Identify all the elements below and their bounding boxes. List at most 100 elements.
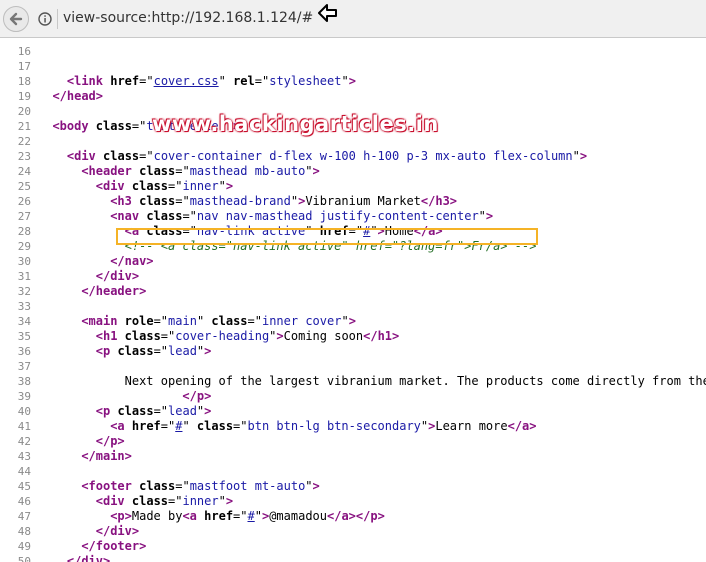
source-line: 40 <p class="lead"> bbox=[0, 404, 706, 419]
line-code: <h1 class="cover-heading">Coming soon</h… bbox=[95, 329, 400, 343]
source-line: 18 <link href="cover.css" rel="stylesheet… bbox=[0, 74, 706, 89]
pointer-arrow-icon bbox=[318, 4, 337, 22]
watermark: www.hackingarticles.in bbox=[152, 112, 439, 136]
line-code: <footer class="mastfoot mt-auto"> bbox=[81, 479, 320, 493]
line-number: 45 bbox=[17, 480, 31, 493]
source-line: 24 <header class="masthead mb-auto"> bbox=[0, 164, 706, 179]
line-number: 32 bbox=[17, 285, 31, 298]
line-number: 29 bbox=[17, 240, 31, 253]
source-line: 33 bbox=[0, 299, 706, 314]
line-number: 18 bbox=[17, 75, 31, 88]
line-code: <main role="main" class="inner cover"> bbox=[81, 314, 356, 328]
source-link[interactable]: cover.css bbox=[154, 74, 219, 88]
url-divider bbox=[57, 9, 58, 29]
line-number: 41 bbox=[17, 420, 31, 433]
line-code: </footer> bbox=[81, 539, 147, 553]
source-link[interactable]: # bbox=[175, 419, 182, 433]
source-line: 19 </head> bbox=[0, 89, 706, 104]
line-code: </p> bbox=[95, 434, 125, 448]
line-code: <div class="inner"> bbox=[95, 494, 234, 508]
line-code: <link href="cover.css" rel="stylesheet"> bbox=[66, 74, 356, 88]
source-link[interactable]: # bbox=[248, 509, 255, 523]
line-code: </nav> bbox=[110, 254, 154, 268]
source-line: 35 <h1 class="cover-heading">Coming soon<… bbox=[0, 329, 706, 344]
line-number: 33 bbox=[17, 300, 31, 313]
line-number: 46 bbox=[17, 495, 31, 508]
source-line: 37 bbox=[0, 359, 706, 374]
source-line: 25 <div class="inner"> bbox=[0, 179, 706, 194]
line-number: 49 bbox=[17, 540, 31, 553]
line-number: 47 bbox=[17, 510, 31, 523]
line-code: Next opening of the largest vibranium ma… bbox=[124, 374, 706, 388]
comment-highlight-box bbox=[116, 228, 538, 245]
line-code: <header class="masthead mb-auto"> bbox=[81, 164, 320, 178]
source-line: 36 <p class="lead"> bbox=[0, 344, 706, 359]
line-code: <p class="lead"> bbox=[95, 404, 212, 418]
line-code: </header> bbox=[81, 284, 147, 298]
source-line: 32 </header> bbox=[0, 284, 706, 299]
line-number: 23 bbox=[17, 150, 31, 163]
line-code: <nav class="nav nav-masthead justify-con… bbox=[110, 209, 494, 223]
line-number: 37 bbox=[17, 360, 31, 373]
line-number: 30 bbox=[17, 255, 31, 268]
back-button[interactable] bbox=[3, 6, 29, 32]
line-number: 39 bbox=[17, 390, 31, 403]
line-number: 28 bbox=[17, 225, 31, 238]
source-line: 22 bbox=[0, 134, 706, 149]
line-number: 25 bbox=[17, 180, 31, 193]
source-line: 50 </div> bbox=[0, 554, 706, 562]
source-line: 43 </main> bbox=[0, 449, 706, 464]
line-number: 21 bbox=[17, 120, 31, 133]
line-number: 38 bbox=[17, 375, 31, 388]
line-code: </div> bbox=[95, 269, 140, 283]
source-line: 26 <h3 class="masthead-brand">Vibranium M… bbox=[0, 194, 706, 209]
line-number: 16 bbox=[17, 45, 31, 58]
line-number: 22 bbox=[17, 135, 31, 148]
line-number: 24 bbox=[17, 165, 31, 178]
line-code: <p>Made by<a href="#">@mamadou</a></p> bbox=[110, 509, 385, 523]
line-number: 42 bbox=[17, 435, 31, 448]
line-code: <div class="inner"> bbox=[95, 179, 234, 193]
source-line: 27 <nav class="nav nav-masthead justify-c… bbox=[0, 209, 706, 224]
line-number: 50 bbox=[17, 555, 31, 562]
source-line: 34 <main role="main" class="inner cover"> bbox=[0, 314, 706, 329]
line-code: </head> bbox=[52, 89, 104, 103]
source-line: 16 bbox=[0, 44, 706, 59]
line-number: 19 bbox=[17, 90, 31, 103]
source-line: 42 </p> bbox=[0, 434, 706, 449]
source-line: 38 Next opening of the largest vibranium … bbox=[0, 374, 706, 389]
line-number: 31 bbox=[17, 270, 31, 283]
back-arrow-icon bbox=[9, 12, 23, 26]
line-number: 40 bbox=[17, 405, 31, 418]
line-number: 27 bbox=[17, 210, 31, 223]
source-line: 44 bbox=[0, 464, 706, 479]
source-line: 23 <div class="cover-container d-flex w-1… bbox=[0, 149, 706, 164]
line-code: </div> bbox=[95, 524, 140, 538]
line-code: </div> bbox=[66, 554, 111, 562]
info-icon[interactable] bbox=[38, 12, 52, 26]
source-line: 45 <footer class="mastfoot mt-auto"> bbox=[0, 479, 706, 494]
line-number: 26 bbox=[17, 195, 31, 208]
source-line: 48 </div> bbox=[0, 524, 706, 539]
line-code: <h3 class="masthead-brand">Vibranium Mar… bbox=[110, 194, 458, 208]
source-line: 17 bbox=[0, 59, 706, 74]
line-number: 34 bbox=[17, 315, 31, 328]
line-code: <div class="cover-container d-flex w-100… bbox=[66, 149, 588, 163]
line-number: 20 bbox=[17, 105, 31, 118]
browser-toolbar: view-source:http://192.168.1.124/# bbox=[0, 0, 706, 38]
line-number: 35 bbox=[17, 330, 31, 343]
source-line: 41 <a href="#" class="btn btn-lg btn-seco… bbox=[0, 419, 706, 434]
source-line: 46 <div class="inner"> bbox=[0, 494, 706, 509]
source-line: 31 </div> bbox=[0, 269, 706, 284]
source-line: 39 </p> bbox=[0, 389, 706, 404]
address-bar[interactable]: view-source:http://192.168.1.124/# bbox=[63, 10, 313, 26]
line-code: </main> bbox=[81, 449, 132, 463]
line-code: </p> bbox=[182, 389, 212, 403]
source-line: 49 </footer> bbox=[0, 539, 706, 554]
line-number: 36 bbox=[17, 345, 31, 358]
line-code: <a href="#" class="btn btn-lg btn-second… bbox=[110, 419, 537, 433]
source-line: 47 <p>Made by<a href="#">@mamadou</a></p> bbox=[0, 509, 706, 524]
line-code: <p class="lead"> bbox=[95, 344, 212, 358]
source-line: 30 </nav> bbox=[0, 254, 706, 269]
line-number: 17 bbox=[17, 60, 31, 73]
